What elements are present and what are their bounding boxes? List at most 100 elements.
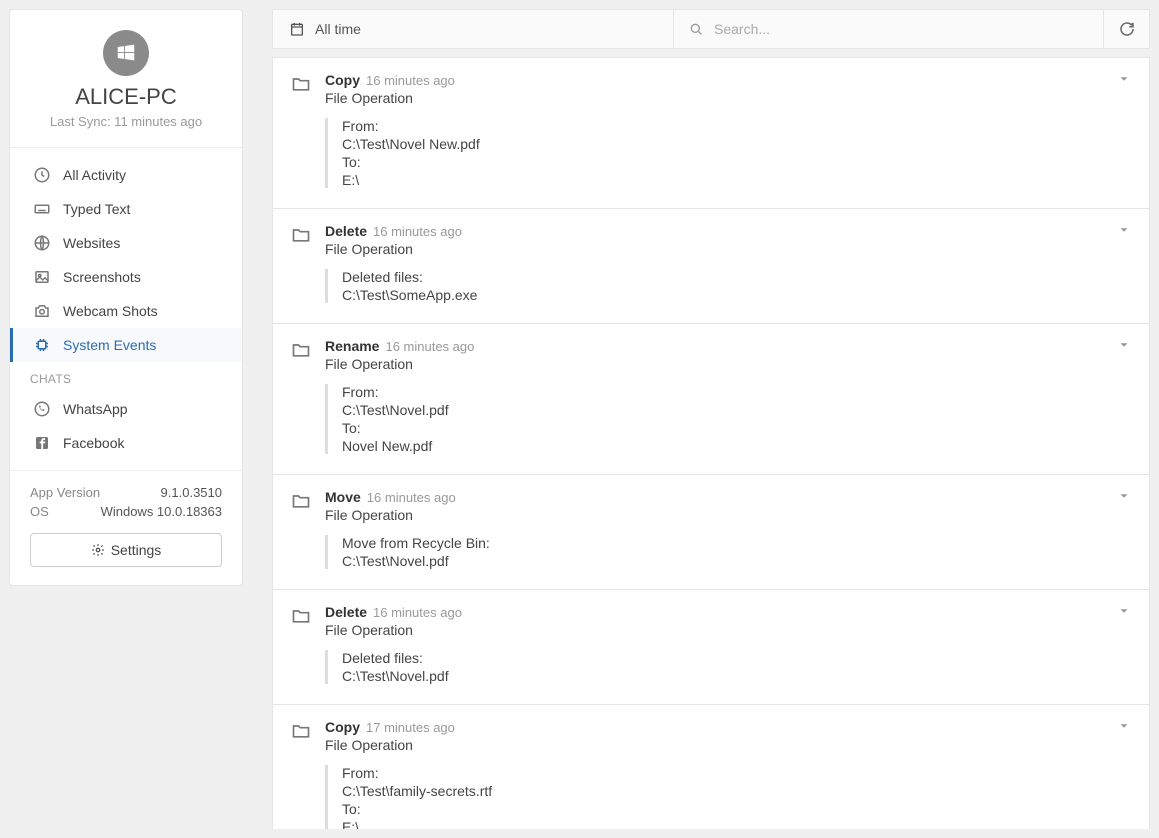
os-value: Windows 10.0.18363 [101, 504, 222, 519]
event-time: 16 minutes ago [366, 73, 455, 88]
event-detail-line: Deleted files: [342, 269, 1131, 285]
device-name: ALICE-PC [22, 84, 230, 110]
clock-icon [33, 166, 51, 184]
folder-icon [291, 225, 311, 305]
event-details: Deleted files: C:\Test\SomeApp.exe [325, 269, 1131, 303]
event-time: 16 minutes ago [385, 339, 474, 354]
device-block: ALICE-PC Last Sync: 11 minutes ago [10, 10, 242, 148]
chevron-down-icon [1117, 223, 1131, 237]
event-kind: File Operation [325, 356, 1131, 372]
nav-typed-text[interactable]: Typed Text [10, 192, 242, 226]
event-kind: File Operation [325, 622, 1131, 638]
app-version-value: 9.1.0.3510 [161, 485, 222, 500]
nav-label: System Events [63, 337, 156, 353]
calendar-icon [289, 21, 305, 37]
nav-screenshots[interactable]: Screenshots [10, 260, 242, 294]
event-kind: File Operation [325, 737, 1131, 753]
expand-toggle[interactable] [1117, 338, 1131, 352]
event-details: Move from Recycle Bin: C:\Test\Novel.pdf [325, 535, 1131, 569]
windows-icon [103, 30, 149, 76]
event-details: From: C:\Test\Novel.pdf To: Novel New.pdf [325, 384, 1131, 454]
event-time: 16 minutes ago [373, 224, 462, 239]
expand-toggle[interactable] [1117, 223, 1131, 237]
refresh-button[interactable] [1103, 10, 1149, 48]
event-time: 17 minutes ago [366, 720, 455, 735]
expand-toggle[interactable] [1117, 604, 1131, 618]
expand-toggle[interactable] [1117, 72, 1131, 86]
event-row: Move 16 minutes ago File Operation Move fro… [272, 475, 1150, 590]
nav-webcam-shots[interactable]: Webcam Shots [10, 294, 242, 328]
search-icon [688, 21, 704, 37]
nav-label: WhatsApp [63, 401, 128, 417]
facebook-icon [33, 434, 51, 452]
event-time: 16 minutes ago [373, 605, 462, 620]
settings-button[interactable]: Settings [30, 533, 222, 567]
last-sync-text: Last Sync: 11 minutes ago [22, 114, 230, 129]
folder-icon [291, 721, 311, 829]
search-input[interactable] [714, 21, 1089, 37]
event-details: Deleted files:C:\Test\Novel.pdf [325, 650, 1131, 684]
event-kind: File Operation [325, 507, 1131, 523]
nav-section-chats: CHATS [10, 362, 242, 392]
nav-label: Webcam Shots [63, 303, 158, 319]
event-kind: File Operation [325, 90, 1131, 106]
event-title: Move [325, 489, 361, 505]
chevron-down-icon [1117, 338, 1131, 352]
event-details: From: C:\Test\family-secrets.rtf To: E:\ [325, 765, 1131, 829]
nav-all-activity[interactable]: All Activity [10, 158, 242, 192]
os-label: OS [30, 504, 49, 519]
expand-toggle[interactable] [1117, 719, 1131, 733]
whatsapp-icon [33, 400, 51, 418]
chevron-down-icon [1117, 489, 1131, 503]
time-range-selector[interactable]: All time [273, 10, 673, 48]
expand-toggle[interactable] [1117, 489, 1131, 503]
event-row: Copy 17 minutes ago File Operation From: C:\… [272, 705, 1150, 829]
nav-websites[interactable]: Websites [10, 226, 242, 260]
event-detail-line: C:\Test\Novel.pdf [342, 402, 1131, 418]
event-title: Delete [325, 604, 367, 620]
event-detail-line: C:\Test\SomeApp.exe [342, 287, 1131, 303]
event-detail-line: From: [342, 118, 1131, 134]
event-detail-line: To: [342, 154, 1131, 170]
nav-facebook[interactable]: Facebook [10, 426, 242, 460]
event-row: Delete 16 minutes ago File Operation Delete… [272, 590, 1150, 705]
globe-icon [33, 234, 51, 252]
nav-label: Typed Text [63, 201, 130, 217]
app-version-label: App Version [30, 485, 100, 500]
nav-list: All Activity Typed Text Websites Screens… [10, 148, 242, 470]
event-detail-line: To: [342, 801, 1131, 817]
event-title: Rename [325, 338, 379, 354]
event-title: Copy [325, 719, 360, 735]
event-detail-line: Novel New.pdf [342, 438, 1131, 454]
chevron-down-icon [1117, 719, 1131, 733]
event-detail-line: E:\ [342, 172, 1131, 188]
keyboard-icon [33, 200, 51, 218]
event-detail-line: To: [342, 420, 1131, 436]
nav-whatsapp[interactable]: WhatsApp [10, 392, 242, 426]
event-detail-line: C:\Test\family-secrets.rtf [342, 783, 1131, 799]
cpu-icon [33, 336, 51, 354]
nav-label: Facebook [63, 435, 124, 451]
event-detail-line: C:\Test\Novel New.pdf [342, 136, 1131, 152]
nav-system-events[interactable]: System Events [10, 328, 242, 362]
folder-icon [291, 491, 311, 571]
event-detail-line: E:\ [342, 819, 1131, 829]
gear-icon [91, 543, 105, 557]
event-row: Rename 16 minutes ago File Operation From: C… [272, 324, 1150, 475]
chevron-down-icon [1117, 72, 1131, 86]
event-detail-line: C:\Test\Novel.pdf [342, 553, 1131, 569]
event-time: 16 minutes ago [367, 490, 456, 505]
event-detail-line: From: [342, 384, 1131, 400]
event-detail-line: Move from Recycle Bin: [342, 535, 1131, 551]
event-title: Delete [325, 223, 367, 239]
info-block: App Version 9.1.0.3510 OS Windows 10.0.1… [10, 470, 242, 585]
search-container [673, 10, 1103, 48]
refresh-icon [1118, 20, 1136, 38]
settings-label: Settings [111, 542, 162, 558]
event-row: Delete16 minutes agoFile OperationDelete… [272, 209, 1150, 324]
image-icon [33, 268, 51, 286]
event-detail-line: From: [342, 765, 1131, 781]
folder-icon [291, 606, 311, 686]
event-detail-line: C:\Test\Novel.pdf [342, 668, 1131, 684]
camera-icon [33, 302, 51, 320]
